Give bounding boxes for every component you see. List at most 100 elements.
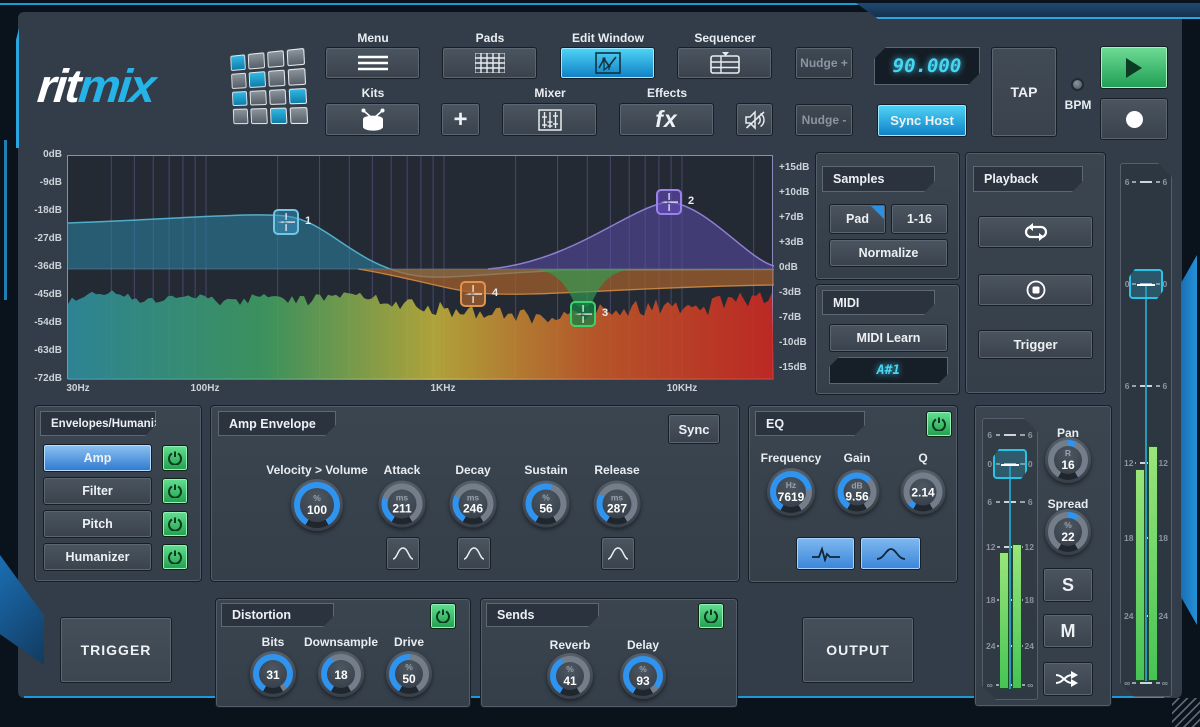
release-curve-button[interactable]	[601, 537, 635, 570]
filter-power-toggle[interactable]	[162, 478, 188, 504]
gain-knob[interactable]: dB9.56	[835, 470, 880, 515]
freq-axis-label: 30Hz	[66, 383, 89, 394]
eq-node-4[interactable]: 4	[460, 281, 486, 307]
bpm-display[interactable]: 90.000	[874, 47, 980, 85]
eq-node-3[interactable]: 3	[570, 301, 596, 327]
tap-button[interactable]: TAP	[991, 47, 1057, 137]
power-icon	[932, 417, 946, 431]
power-icon	[168, 550, 182, 564]
eq-gain-axis-label: +3dB	[779, 237, 804, 248]
fader-handle[interactable]	[993, 449, 1027, 479]
frequency-knob[interactable]: Hz7619	[767, 468, 815, 516]
eq-node-number: 1	[305, 215, 311, 227]
menu-icon	[356, 54, 390, 72]
mute-channel-button[interactable]: M	[1043, 614, 1093, 648]
mute-button[interactable]	[736, 103, 773, 136]
trigger-button[interactable]: TRIGGER	[60, 617, 172, 683]
level-meter-bar	[999, 552, 1009, 689]
eq-gain-axis-label: -15dB	[779, 362, 807, 373]
ritmix-plugin-window: ritmix Menu Pads Edit Window Sequencer K…	[0, 0, 1200, 727]
channel-fader: 660066121218182424∞∞	[982, 418, 1038, 700]
decay-curve-button[interactable]	[457, 537, 491, 570]
sustain-label: Sustain	[524, 463, 567, 477]
bits-knob[interactable]: 31	[250, 651, 296, 697]
q-label: Q	[918, 451, 927, 465]
release-knob[interactable]: ms287	[594, 481, 641, 528]
add-pad-button[interactable]: +	[441, 103, 480, 136]
kits-button[interactable]	[325, 103, 420, 136]
plus-icon: +	[453, 106, 467, 134]
attack-knob[interactable]: ms211	[379, 481, 426, 528]
nudge-minus-button[interactable]: Nudge -	[795, 104, 853, 136]
pad-range-button[interactable]: 1-16	[891, 204, 948, 234]
velocity-volume-label: Velocity > Volume	[266, 463, 367, 477]
q-knob[interactable]: 2.14	[901, 470, 946, 515]
mixer-button[interactable]	[502, 103, 597, 136]
menu-button[interactable]	[325, 47, 420, 79]
effects-label: Effects	[647, 86, 687, 100]
nudge-plus-button[interactable]: Nudge +	[795, 47, 853, 79]
downsample-knob[interactable]: 18	[318, 651, 364, 697]
spike-icon	[811, 546, 841, 562]
sustain-knob[interactable]: %56	[523, 481, 570, 528]
kits-drum-icon	[359, 108, 387, 132]
spread-knob[interactable]: %22	[1045, 509, 1091, 555]
midi-note-display[interactable]: A#1	[829, 357, 948, 384]
db-axis-label: -9dB	[22, 177, 62, 188]
downsample-label: Downsample	[304, 635, 378, 649]
envelope-tab-pitch[interactable]: Pitch	[43, 510, 152, 538]
eq-node-2[interactable]: 2	[656, 189, 682, 215]
play-button[interactable]	[1100, 46, 1168, 89]
envelope-tab-amp[interactable]: Amp	[43, 444, 152, 472]
resize-grip[interactable]	[1172, 698, 1200, 727]
decay-knob[interactable]: ms246	[450, 481, 497, 528]
sends-power-toggle[interactable]	[698, 603, 724, 629]
pads-button[interactable]	[442, 47, 537, 79]
envelopes-title: Envelopes/Humanizer	[40, 411, 156, 436]
sync-button[interactable]: Sync	[668, 414, 720, 444]
pads-label: Pads	[476, 31, 505, 45]
loop-button[interactable]	[978, 216, 1093, 248]
output-button[interactable]: OUTPUT	[802, 617, 914, 683]
sequencer-button[interactable]	[677, 47, 772, 79]
pan-knob[interactable]: R16	[1045, 437, 1091, 483]
humanizer-power-toggle[interactable]	[162, 544, 188, 570]
drive-knob[interactable]: %50	[386, 651, 432, 697]
eq-curve-toggle-button[interactable]	[860, 537, 921, 570]
freq-axis-label: 1KHz	[430, 383, 455, 394]
level-meter-bar	[1135, 469, 1145, 681]
normalize-button[interactable]: Normalize	[829, 239, 948, 267]
edit-window-button[interactable]	[560, 47, 655, 79]
eq-spectrum-analyzer[interactable]: 1 2 3 4	[67, 155, 773, 379]
stop-button[interactable]	[978, 274, 1093, 306]
distortion-power-toggle[interactable]	[430, 603, 456, 629]
eq-node-1[interactable]: 1	[273, 209, 299, 235]
reverb-knob[interactable]: %41	[547, 653, 593, 699]
envelope-tab-humanizer[interactable]: Humanizer	[43, 543, 152, 571]
freq-axis-label: 100Hz	[191, 383, 220, 394]
record-button[interactable]	[1100, 98, 1168, 140]
eq-analyzer-toggle-button[interactable]	[796, 537, 855, 570]
release-label: Release	[594, 463, 639, 477]
eq-gain-axis-label: +10dB	[779, 187, 809, 198]
shuffle-button[interactable]	[1043, 662, 1093, 696]
fader-handle[interactable]	[1129, 269, 1163, 299]
delay-knob[interactable]: %93	[620, 653, 666, 699]
playback-title: Playback	[973, 166, 1083, 192]
midi-learn-button[interactable]: MIDI Learn	[829, 324, 948, 352]
pad-button[interactable]: Pad	[829, 204, 886, 234]
playback-trigger-button[interactable]: Trigger	[978, 330, 1093, 359]
edit-window-label: Edit Window	[572, 31, 644, 45]
solo-button[interactable]: S	[1043, 568, 1093, 602]
sync-host-button[interactable]: Sync Host	[877, 104, 967, 137]
amp-power-toggle[interactable]	[162, 445, 188, 471]
effects-button[interactable]: fx	[619, 103, 714, 136]
eq-gain-axis-label: -3dB	[779, 287, 801, 298]
velocity-volume-knob[interactable]: %100	[291, 479, 343, 531]
eq-node-number: 2	[688, 195, 694, 207]
attack-curve-button[interactable]	[386, 537, 420, 570]
envelope-tab-filter[interactable]: Filter	[43, 477, 152, 505]
edit-window-icon	[595, 52, 621, 74]
pitch-power-toggle[interactable]	[162, 511, 188, 537]
eq-power-toggle[interactable]	[926, 411, 952, 437]
